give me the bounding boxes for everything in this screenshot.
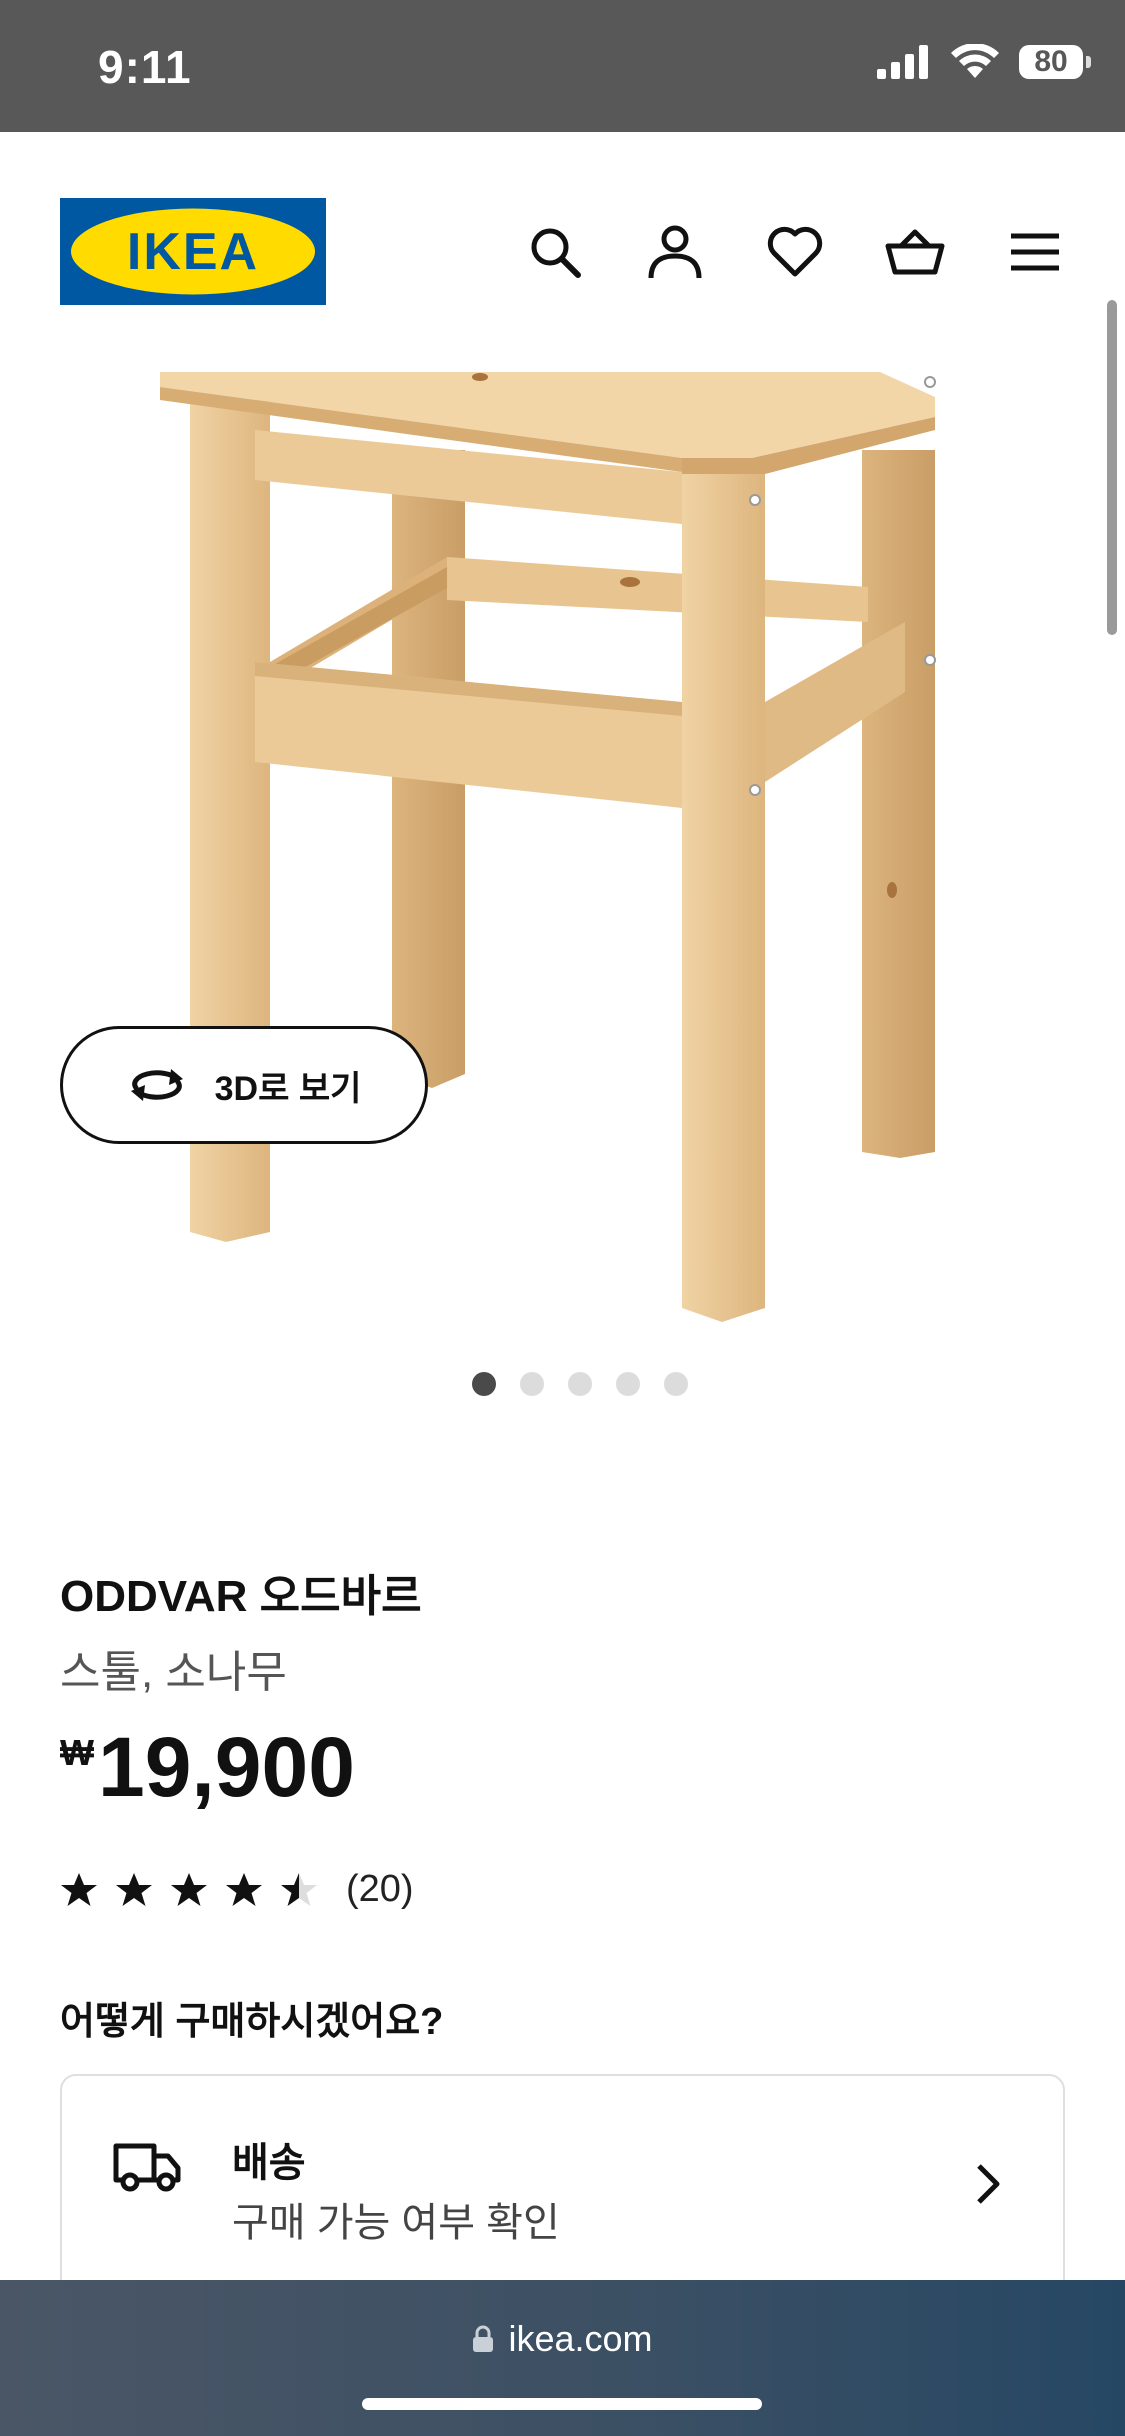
product-price: ₩ 19,900: [60, 1722, 355, 1812]
logo-text: IKEA: [127, 223, 259, 281]
product-rating[interactable]: (20): [60, 1868, 414, 1911]
delivery-title: 배송: [232, 2141, 306, 2185]
heart-icon[interactable]: [765, 222, 825, 282]
view-in-3d-button[interactable]: 3D로 보기: [60, 1026, 428, 1144]
carousel-dot[interactable]: [519, 1372, 544, 1396]
carousel-dot[interactable]: [567, 1372, 592, 1396]
product-name: ODDVAR 오드바르: [60, 1572, 422, 1621]
review-count[interactable]: (20): [346, 1868, 414, 1911]
carousel-dot[interactable]: [471, 1372, 496, 1396]
chevron-right-icon: [977, 2164, 1000, 2204]
url-display[interactable]: ikea.com: [0, 2318, 1125, 2360]
status-bar: 9:11 80: [0, 0, 1125, 132]
carousel-dots: [0, 1372, 1125, 1396]
signal-icon: [877, 45, 928, 79]
truck-icon: [113, 2143, 181, 2192]
status-time: 9:11: [98, 41, 192, 93]
browser-address-bar[interactable]: ikea.com: [0, 2280, 1125, 2436]
star-icon: [116, 1872, 152, 1906]
wifi-icon: [951, 44, 999, 78]
rotate-icon: [130, 1069, 183, 1101]
product-image[interactable]: [0, 362, 1125, 1332]
basket-icon[interactable]: [885, 222, 945, 282]
lock-icon: [473, 2325, 494, 2352]
site-header: IKEA: [0, 132, 1125, 362]
user-icon[interactable]: [645, 222, 705, 282]
carousel-dot[interactable]: [663, 1372, 688, 1396]
url-text: ikea.com: [508, 2318, 653, 2359]
search-icon[interactable]: [525, 222, 585, 282]
product-description: 스툴, 소나무: [60, 1648, 287, 1697]
star-icon: [61, 1872, 97, 1906]
battery-level: 80: [1034, 45, 1068, 78]
status-icons: 80: [877, 44, 1091, 80]
view-in-3d-label: 3D로 보기: [214, 1069, 362, 1108]
purchase-heading: 어떻게 구매하시겠어요?: [60, 2001, 444, 2043]
price-value: 19,900: [97, 1720, 355, 1814]
delivery-subtitle: 구매 가능 여부 확인: [232, 2201, 560, 2245]
ikea-logo[interactable]: IKEA: [60, 198, 326, 305]
star-icon: [171, 1872, 207, 1906]
star-icon: [281, 1872, 317, 1906]
star-icon: [226, 1872, 262, 1906]
battery-indicator: 80: [1019, 45, 1091, 79]
carousel-dot[interactable]: [615, 1372, 640, 1396]
price-currency: ₩: [60, 1732, 94, 1773]
menu-icon[interactable]: [1005, 222, 1065, 282]
home-indicator[interactable]: [362, 2398, 762, 2410]
rating-stars: [60, 1871, 318, 1909]
